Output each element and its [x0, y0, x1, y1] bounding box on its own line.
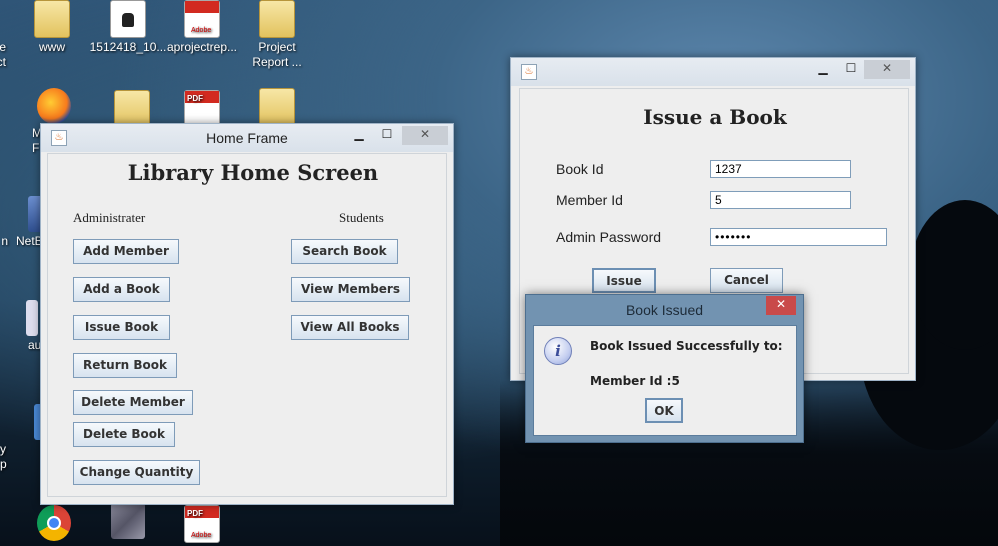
folder-icon: [259, 88, 295, 126]
desktop-icon-label: Project Report ...: [252, 40, 302, 69]
ok-button[interactable]: OK: [645, 398, 683, 423]
change-quantity-button[interactable]: Change Quantity: [73, 460, 200, 485]
issue-button[interactable]: Issue: [592, 268, 656, 293]
title-bar: ♨ ▁ ☐ ✕: [511, 58, 915, 86]
folder-icon: [34, 0, 70, 38]
folder-icon: [259, 0, 295, 38]
title-bar: ♨ Home Frame ▁ ☐ ✕: [41, 124, 453, 152]
member-id-label: Member Id: [556, 192, 623, 208]
dialog-title: Book Issued: [625, 302, 704, 318]
add-member-button[interactable]: Add Member: [73, 239, 179, 264]
desktop-icon-label: aprojectrep...: [166, 40, 238, 54]
home-frame-window: ♨ Home Frame ▁ ☐ ✕ Library Home Screen A…: [40, 123, 454, 505]
home-content-panel: Library Home Screen Administrater Studen…: [47, 153, 447, 497]
image-file-icon: [110, 0, 146, 38]
desktop-icon-project-report[interactable]: Project Report ...: [237, 0, 317, 70]
desktop-icon-folder-2[interactable]: [237, 88, 317, 128]
search-book-button[interactable]: Search Book: [291, 239, 398, 264]
desktop-icon-label: 1512418_10...: [89, 40, 167, 54]
desktop-icon-photo[interactable]: [88, 503, 168, 541]
admin-password-input[interactable]: •••••••: [710, 228, 887, 246]
minimize-button[interactable]: ▁: [813, 60, 833, 79]
desktop-icon-pdf-2[interactable]: PDF Adobe: [162, 505, 242, 545]
return-book-button[interactable]: Return Book: [73, 353, 177, 378]
dialog-message-line2: Member Id :5: [590, 374, 680, 388]
maximize-button[interactable]: ☐: [841, 60, 861, 79]
java-app-icon: ♨: [521, 64, 537, 80]
minimize-button[interactable]: ▁: [349, 126, 369, 145]
close-button[interactable]: ✕: [864, 60, 910, 79]
chrome-icon: [37, 505, 71, 541]
member-id-input[interactable]: 5: [710, 191, 851, 209]
cancel-button[interactable]: Cancel: [710, 268, 783, 293]
dialog-title-bar: Book Issued ✕: [526, 295, 803, 325]
pdf-file-icon: Adobe: [184, 0, 220, 38]
book-issued-dialog: Book Issued ✕ i Book Issued Successfully…: [525, 294, 804, 443]
desktop-icon-aprojectreport[interactable]: Adobe aprojectrep...: [162, 0, 242, 55]
desktop-icon-image-file[interactable]: 1512418_10...: [88, 0, 168, 55]
delete-member-button[interactable]: Delete Member: [73, 390, 193, 415]
file-icon: [26, 300, 38, 336]
issue-book-button[interactable]: Issue Book: [73, 315, 170, 340]
info-icon: i: [544, 337, 572, 365]
firefox-icon: [37, 88, 71, 124]
close-button[interactable]: ✕: [402, 126, 448, 145]
desktop-icon-chrome[interactable]: [14, 505, 94, 543]
book-id-input[interactable]: 1237: [710, 160, 851, 178]
photo-icon: [111, 503, 145, 539]
view-all-books-button[interactable]: View All Books: [291, 315, 409, 340]
delete-book-button[interactable]: Delete Book: [73, 422, 175, 447]
dialog-close-button[interactable]: ✕: [766, 296, 796, 315]
page-title: Library Home Screen: [127, 160, 379, 185]
desktop-icon-www[interactable]: www: [12, 0, 92, 55]
book-id-label: Book Id: [556, 161, 604, 177]
dialog-message-line1: Book Issued Successfully to:: [590, 339, 783, 353]
maximize-button[interactable]: ☐: [377, 126, 397, 145]
page-title: Issue a Book: [643, 105, 787, 129]
students-label: Students: [339, 210, 384, 225]
administrater-label: Administrater: [73, 210, 146, 225]
pdf-file-icon: PDF Adobe: [184, 505, 220, 543]
dialog-content-panel: i Book Issued Successfully to: Member Id…: [533, 325, 797, 436]
desktop-icon-label: www: [39, 40, 65, 54]
admin-password-label: Admin Password: [556, 229, 662, 245]
add-a-book-button[interactable]: Add a Book: [73, 277, 170, 302]
view-members-button[interactable]: View Members: [291, 277, 410, 302]
